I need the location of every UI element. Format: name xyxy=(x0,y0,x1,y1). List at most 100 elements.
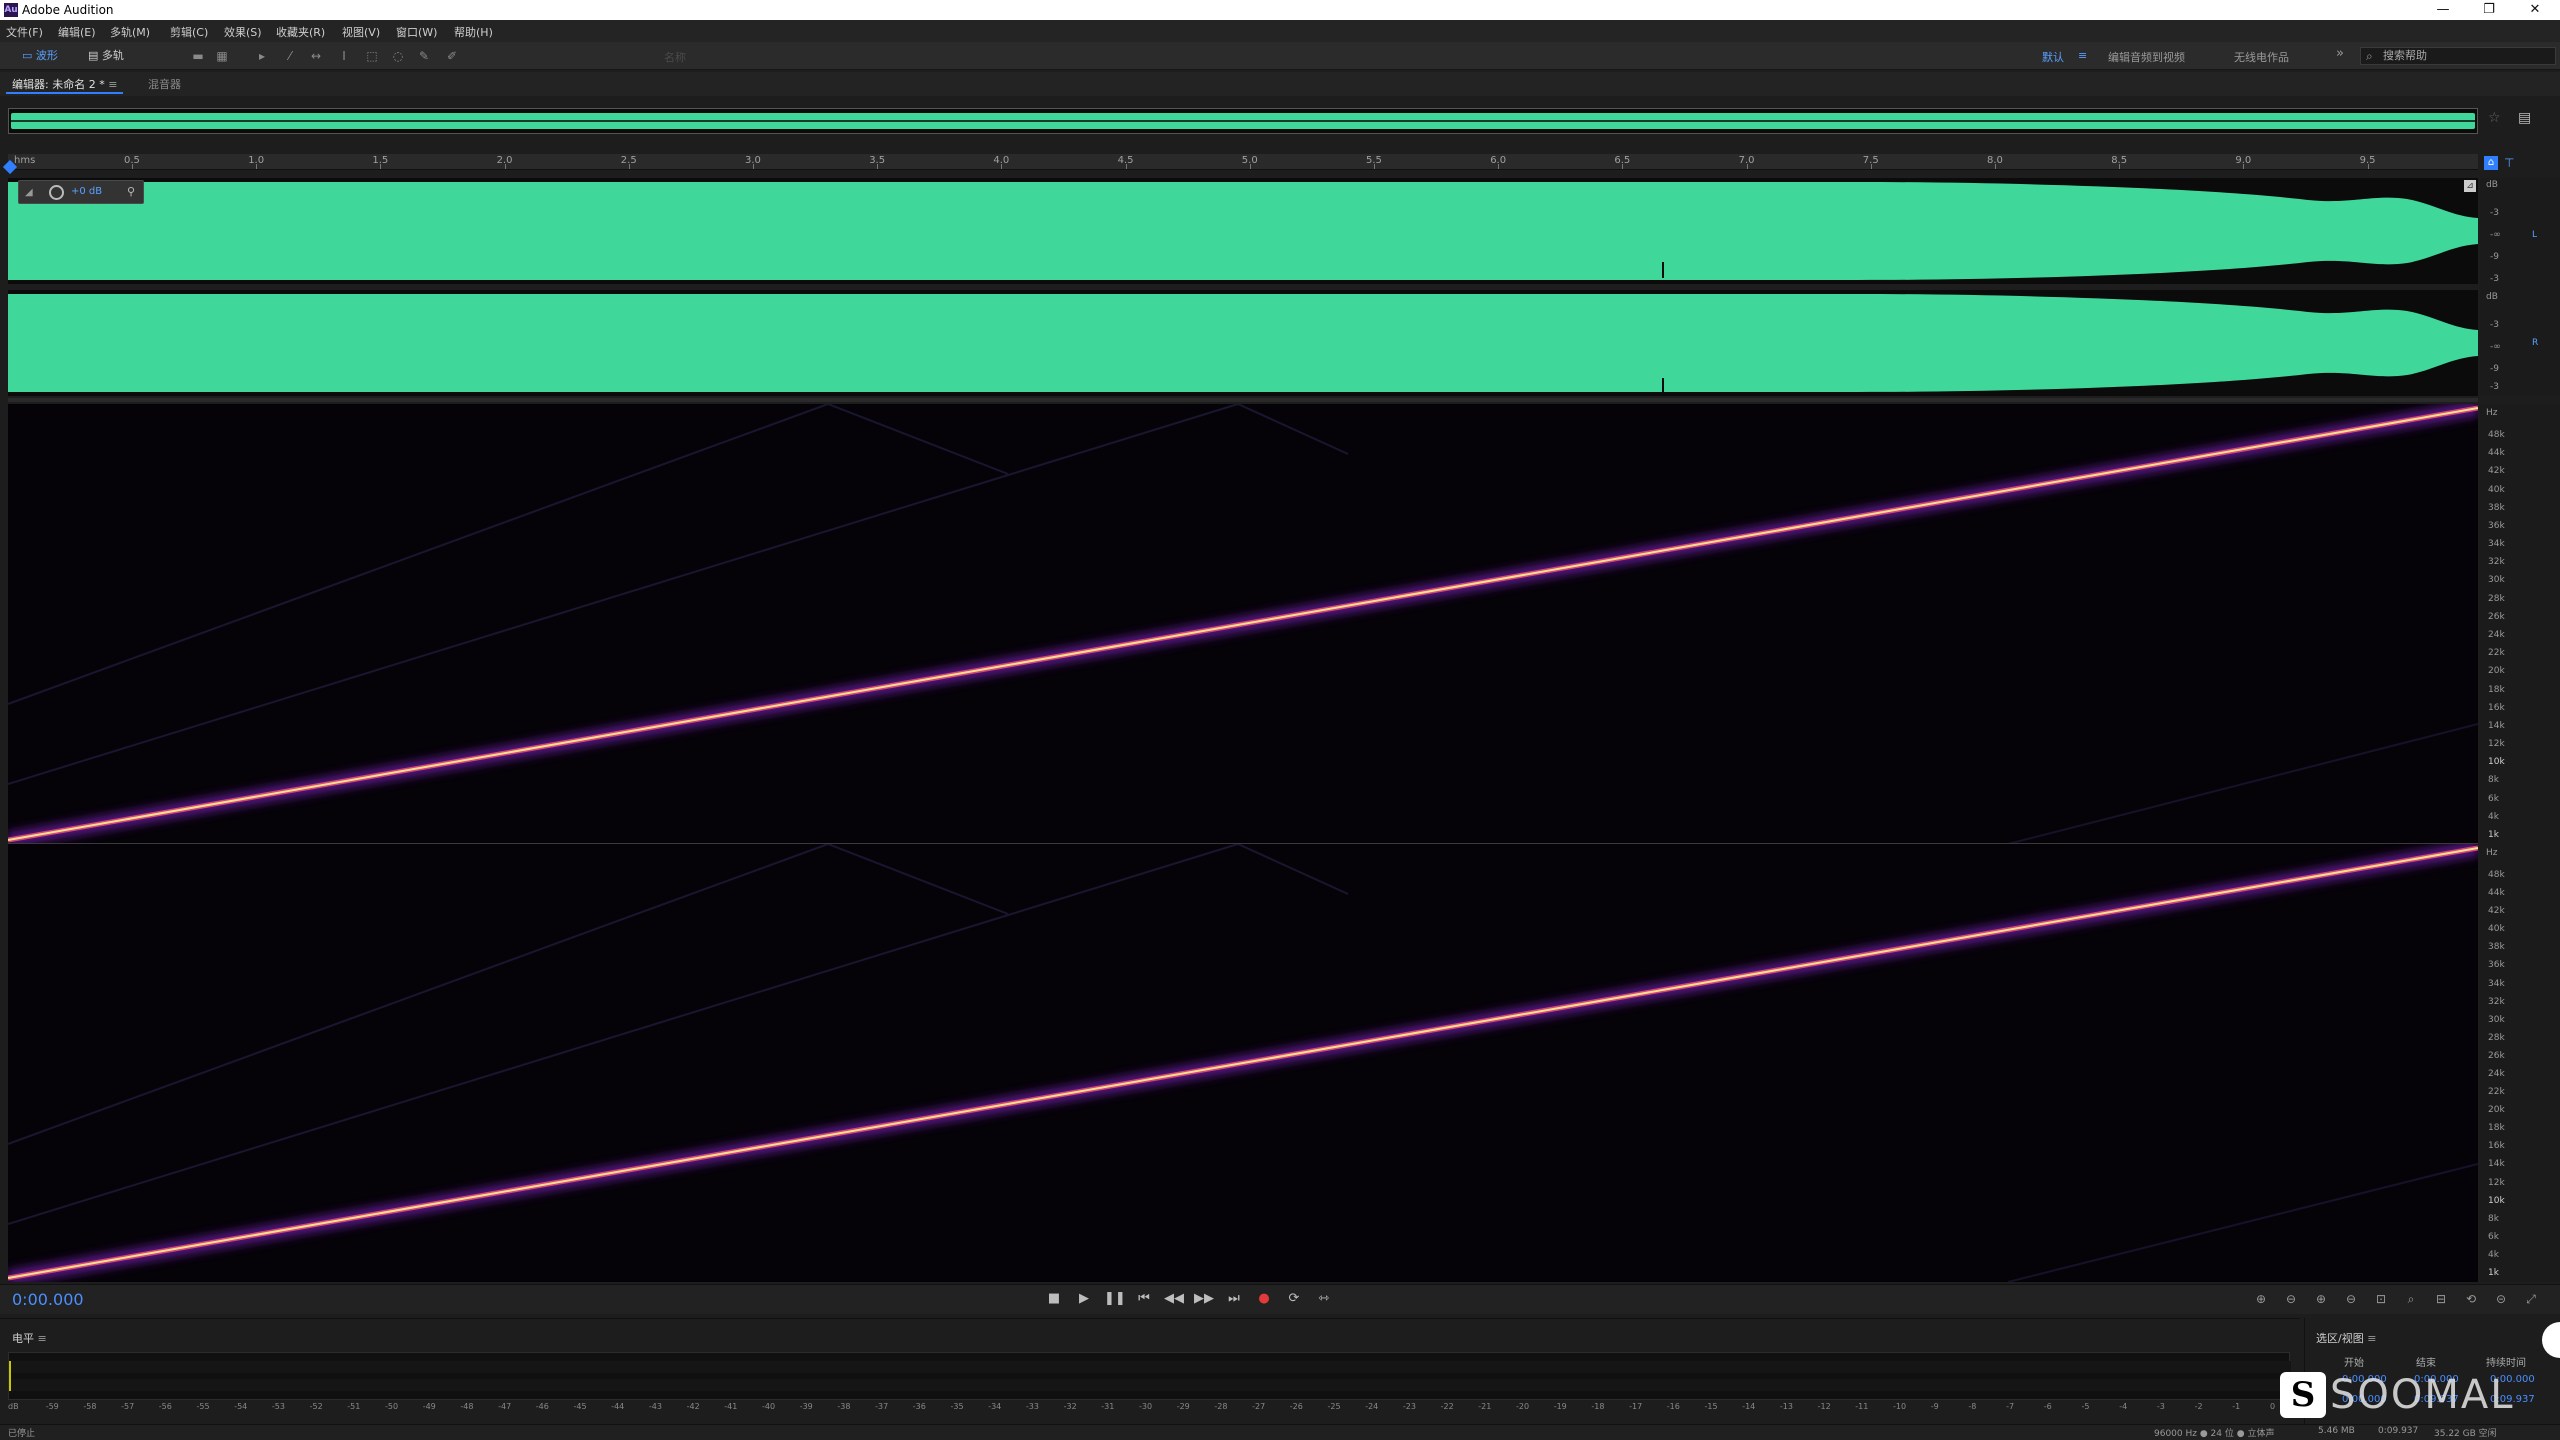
freq-scale-label: 40k xyxy=(2488,484,2505,495)
pin-hud-icon[interactable]: ⚲ xyxy=(127,185,135,198)
expand-icon[interactable]: ⊿ xyxy=(2464,180,2476,192)
spectral-frequency-icon[interactable]: ▬ xyxy=(190,48,206,64)
zoom-out-all-icon[interactable]: ⊝ xyxy=(2490,1290,2512,1308)
menu-view[interactable]: 视图(V) xyxy=(342,24,380,40)
db-tick-label: -43 xyxy=(648,1402,662,1411)
volume-knob[interactable] xyxy=(49,185,64,200)
selection-menu-icon[interactable]: ≡ xyxy=(2367,1332,2376,1345)
workspace-menu-icon[interactable]: ≡ xyxy=(2078,49,2087,62)
go-to-start-button[interactable]: ⏮ xyxy=(1134,1290,1154,1308)
move-tool-icon[interactable]: ▸ xyxy=(254,48,270,64)
spectral-view-right[interactable] xyxy=(8,844,2478,1282)
db-tick-label: -14 xyxy=(1742,1402,1756,1411)
time-selection-icon[interactable]: I xyxy=(336,48,352,64)
play-button[interactable]: ▶ xyxy=(1074,1290,1094,1308)
title-bar: Au Adobe Audition — ❐ ✕ xyxy=(0,0,2560,20)
stop-button[interactable]: ■ xyxy=(1044,1290,1064,1308)
menu-window[interactable]: 窗口(W) xyxy=(396,24,437,40)
zoom-selection-icon[interactable]: ⊡ xyxy=(2370,1290,2392,1308)
freq-scale-label: 1k xyxy=(2488,1268,2499,1278)
tab-mixer[interactable]: 混音器 xyxy=(142,76,187,94)
panel-menu-icon[interactable]: ▤ xyxy=(2518,110,2531,126)
zoom-out-time-icon[interactable]: ⊖ xyxy=(2340,1290,2362,1308)
ruler-tick-mark xyxy=(1001,164,1003,169)
search-help-input[interactable]: 搜索帮助 xyxy=(2360,47,2556,65)
menu-file[interactable]: 文件(F) xyxy=(6,24,43,40)
zoom-icon[interactable]: ☆ xyxy=(2488,110,2501,126)
current-time-display[interactable]: 0:00.000 xyxy=(12,1290,84,1309)
fast-forward-button[interactable]: ▶▶ xyxy=(1194,1290,1214,1308)
db-tick-label: -29 xyxy=(1176,1402,1190,1411)
waveform-right-channel[interactable] xyxy=(8,290,2478,396)
menu-edit[interactable]: 编辑(E) xyxy=(58,24,96,40)
overview-navigator[interactable] xyxy=(8,108,2478,134)
tab-editor[interactable]: 编辑器: 未命名 2 * ≡ xyxy=(6,76,124,94)
workspace-default[interactable]: 默认 xyxy=(2042,49,2064,65)
marquee-tool-icon[interactable]: ⬚ xyxy=(364,48,380,64)
skip-selection-button[interactable]: ⇿ xyxy=(1314,1290,1334,1308)
multitrack-mode-button[interactable]: ▤ 多轨 xyxy=(82,46,130,66)
db-tick-label: -46 xyxy=(535,1402,549,1411)
workspace-edit-video[interactable]: 编辑音频到视频 xyxy=(2108,49,2185,65)
scroll-sync-icon[interactable]: ⌂ xyxy=(2484,156,2498,170)
menu-favorites[interactable]: 收藏夹(R) xyxy=(276,24,325,40)
db-tick-label: -49 xyxy=(422,1402,436,1411)
time-ruler[interactable]: hms 0.5 1.0 1.5 2.0 2.5 3.0 3.5 4.0 4.5 5.0 5.5 6.0… xyxy=(8,154,2478,170)
more-workspaces-icon[interactable]: » xyxy=(2336,46,2344,61)
selection-panel-title: 选区/视图 ≡ xyxy=(2316,1330,2376,1346)
pause-button[interactable]: ❚❚ xyxy=(1104,1290,1126,1308)
zoom-full-icon[interactable]: ⤢ xyxy=(2520,1290,2542,1308)
right-channel-badge[interactable]: R xyxy=(2532,338,2538,348)
ruler-tick-mark xyxy=(2243,164,2245,169)
rewind-button[interactable]: ◀◀ xyxy=(1164,1290,1184,1308)
workspace-radio[interactable]: 无线电作品 xyxy=(2234,49,2289,65)
tab-menu-icon[interactable]: ≡ xyxy=(108,78,117,91)
zoom-out-amplitude-icon[interactable]: ⊖ xyxy=(2280,1290,2302,1308)
razor-tool-icon[interactable]: ⁄ xyxy=(282,48,298,64)
loop-button[interactable]: ⟳ xyxy=(1284,1290,1304,1308)
zoom-in-time-icon[interactable]: ⊕ xyxy=(2310,1290,2332,1308)
ruler-tick-mark xyxy=(1498,164,1500,169)
waveform-left-channel[interactable]: ⊿ xyxy=(8,178,2478,284)
zoom-out-full-icon[interactable]: ⊟ xyxy=(2430,1290,2452,1308)
spot-healing-icon[interactable]: ✐ xyxy=(444,48,460,64)
db-tick-label: -41 xyxy=(724,1402,738,1411)
hud-volume[interactable]: ◢ +0 dB ⚲ xyxy=(18,180,144,204)
db-tick-label: -56 xyxy=(158,1402,172,1411)
left-channel-badge[interactable]: L xyxy=(2532,230,2537,240)
level-menu-icon[interactable]: ≡ xyxy=(38,1332,47,1345)
transport-bar xyxy=(0,1284,2560,1314)
lasso-tool-icon[interactable]: ◌ xyxy=(390,48,406,64)
menu-clip[interactable]: 剪辑(C) xyxy=(170,24,208,40)
pin-icon[interactable]: ⊤ xyxy=(2504,156,2514,170)
record-button[interactable]: ● xyxy=(1254,1290,1274,1308)
go-to-end-button[interactable]: ⏭ xyxy=(1224,1290,1244,1308)
freq-scale-label: 26k xyxy=(2488,1050,2505,1061)
db-tick-label: -59 xyxy=(45,1402,59,1411)
waveform-mode-button[interactable]: ▭ 波形 xyxy=(16,46,64,66)
ruler-tick-mark xyxy=(1125,164,1127,169)
brush-tool-icon[interactable]: ✎ xyxy=(416,48,432,64)
menu-multitrack[interactable]: 多轨(M) xyxy=(110,24,150,40)
db-tick-label: -11 xyxy=(1855,1402,1869,1411)
close-icon[interactable]: ✕ xyxy=(2512,0,2558,20)
freq-scale-label: 32k xyxy=(2488,557,2505,568)
freq-scale-label: 24k xyxy=(2488,630,2505,640)
ruler-tick-mark xyxy=(504,164,506,169)
scale-label-r3: -3 xyxy=(2490,382,2499,392)
spectral-view-left[interactable] xyxy=(8,404,2478,844)
minimize-icon[interactable]: — xyxy=(2420,0,2466,20)
view-splitter[interactable] xyxy=(8,398,2478,402)
spectral-pitch-icon[interactable]: ▦ xyxy=(214,48,230,64)
app-logo-icon: Au xyxy=(4,3,18,17)
zoom-in-point-icon[interactable]: ⌕ xyxy=(2400,1290,2422,1308)
slip-tool-icon[interactable]: ↔ xyxy=(308,48,324,64)
menu-effects[interactable]: 效果(S) xyxy=(224,24,262,40)
maximize-icon[interactable]: ❐ xyxy=(2466,0,2512,20)
menu-help[interactable]: 帮助(H) xyxy=(454,24,493,40)
zoom-in-amplitude-icon[interactable]: ⊕ xyxy=(2250,1290,2272,1308)
zoom-reset-icon[interactable]: ⟲ xyxy=(2460,1290,2482,1308)
ruler-tick-mark xyxy=(2367,164,2369,169)
search-icon: ⌕ xyxy=(2366,49,2373,63)
level-meter[interactable] xyxy=(8,1352,2291,1400)
